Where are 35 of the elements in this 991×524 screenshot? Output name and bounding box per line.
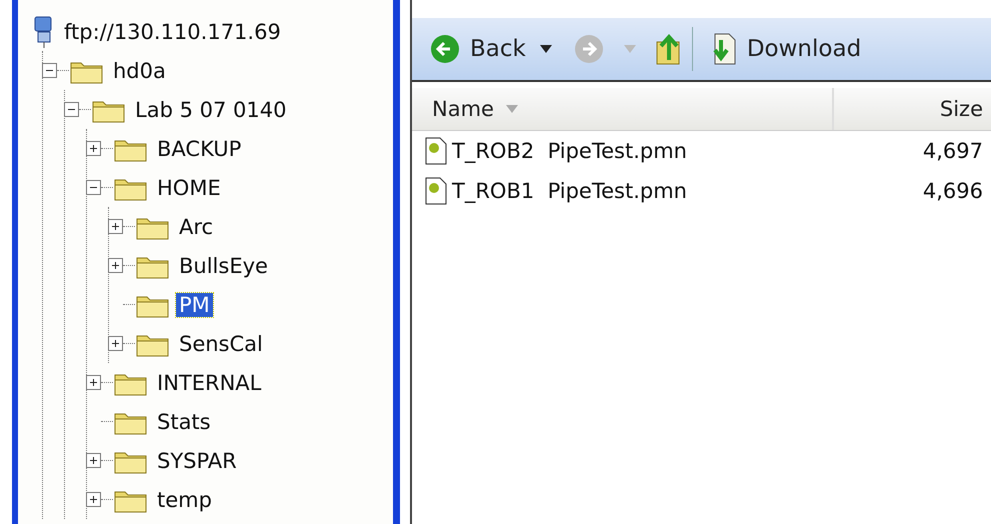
expander[interactable]	[42, 63, 57, 78]
file-name[interactable]: T_ROB1 PipeTest.pmn	[452, 179, 687, 203]
tree-item[interactable]: hd0a	[110, 58, 169, 82]
tree-item[interactable]: SYSPAR	[154, 448, 240, 472]
expander[interactable]	[108, 219, 123, 234]
expander[interactable]	[108, 336, 123, 351]
tree-item[interactable]: HOME	[154, 176, 224, 200]
column-header[interactable]: Name	[412, 88, 834, 130]
expander[interactable]	[86, 141, 101, 156]
expander[interactable]	[86, 492, 101, 507]
file-size: 4,697	[922, 139, 984, 163]
expander[interactable]	[64, 102, 79, 117]
expander[interactable]	[108, 258, 123, 273]
tree-item[interactable]: Stats	[154, 410, 214, 434]
tree-item[interactable]: Arc	[176, 214, 216, 238]
sort-arrow-icon	[506, 105, 518, 113]
column-header[interactable]: Size	[834, 97, 991, 121]
back-button[interactable]: Back	[424, 30, 532, 68]
tree-item[interactable]: BACKUP	[154, 136, 244, 160]
tree-item[interactable]: SensCal	[176, 332, 266, 356]
file-icon	[424, 176, 448, 206]
expander[interactable]	[86, 453, 101, 468]
file-icon	[424, 136, 448, 166]
expander[interactable]	[86, 180, 101, 195]
expander[interactable]	[86, 375, 101, 390]
tree-item[interactable]: INTERNAL	[154, 370, 264, 394]
file-name[interactable]: T_ROB2 PipeTest.pmn	[452, 139, 687, 163]
tree-item[interactable]: PM	[176, 292, 213, 316]
file-size: 4,696	[922, 179, 984, 203]
tree-item[interactable]: temp	[154, 488, 215, 512]
tree-item[interactable]: ftp://130.110.171.69	[61, 20, 284, 44]
download-button[interactable]: Download	[700, 28, 868, 70]
caret-icon[interactable]	[540, 45, 552, 53]
tree-item[interactable]: Lab 5 07 0140	[132, 98, 290, 122]
tree-item[interactable]: BullsEye	[176, 254, 271, 278]
